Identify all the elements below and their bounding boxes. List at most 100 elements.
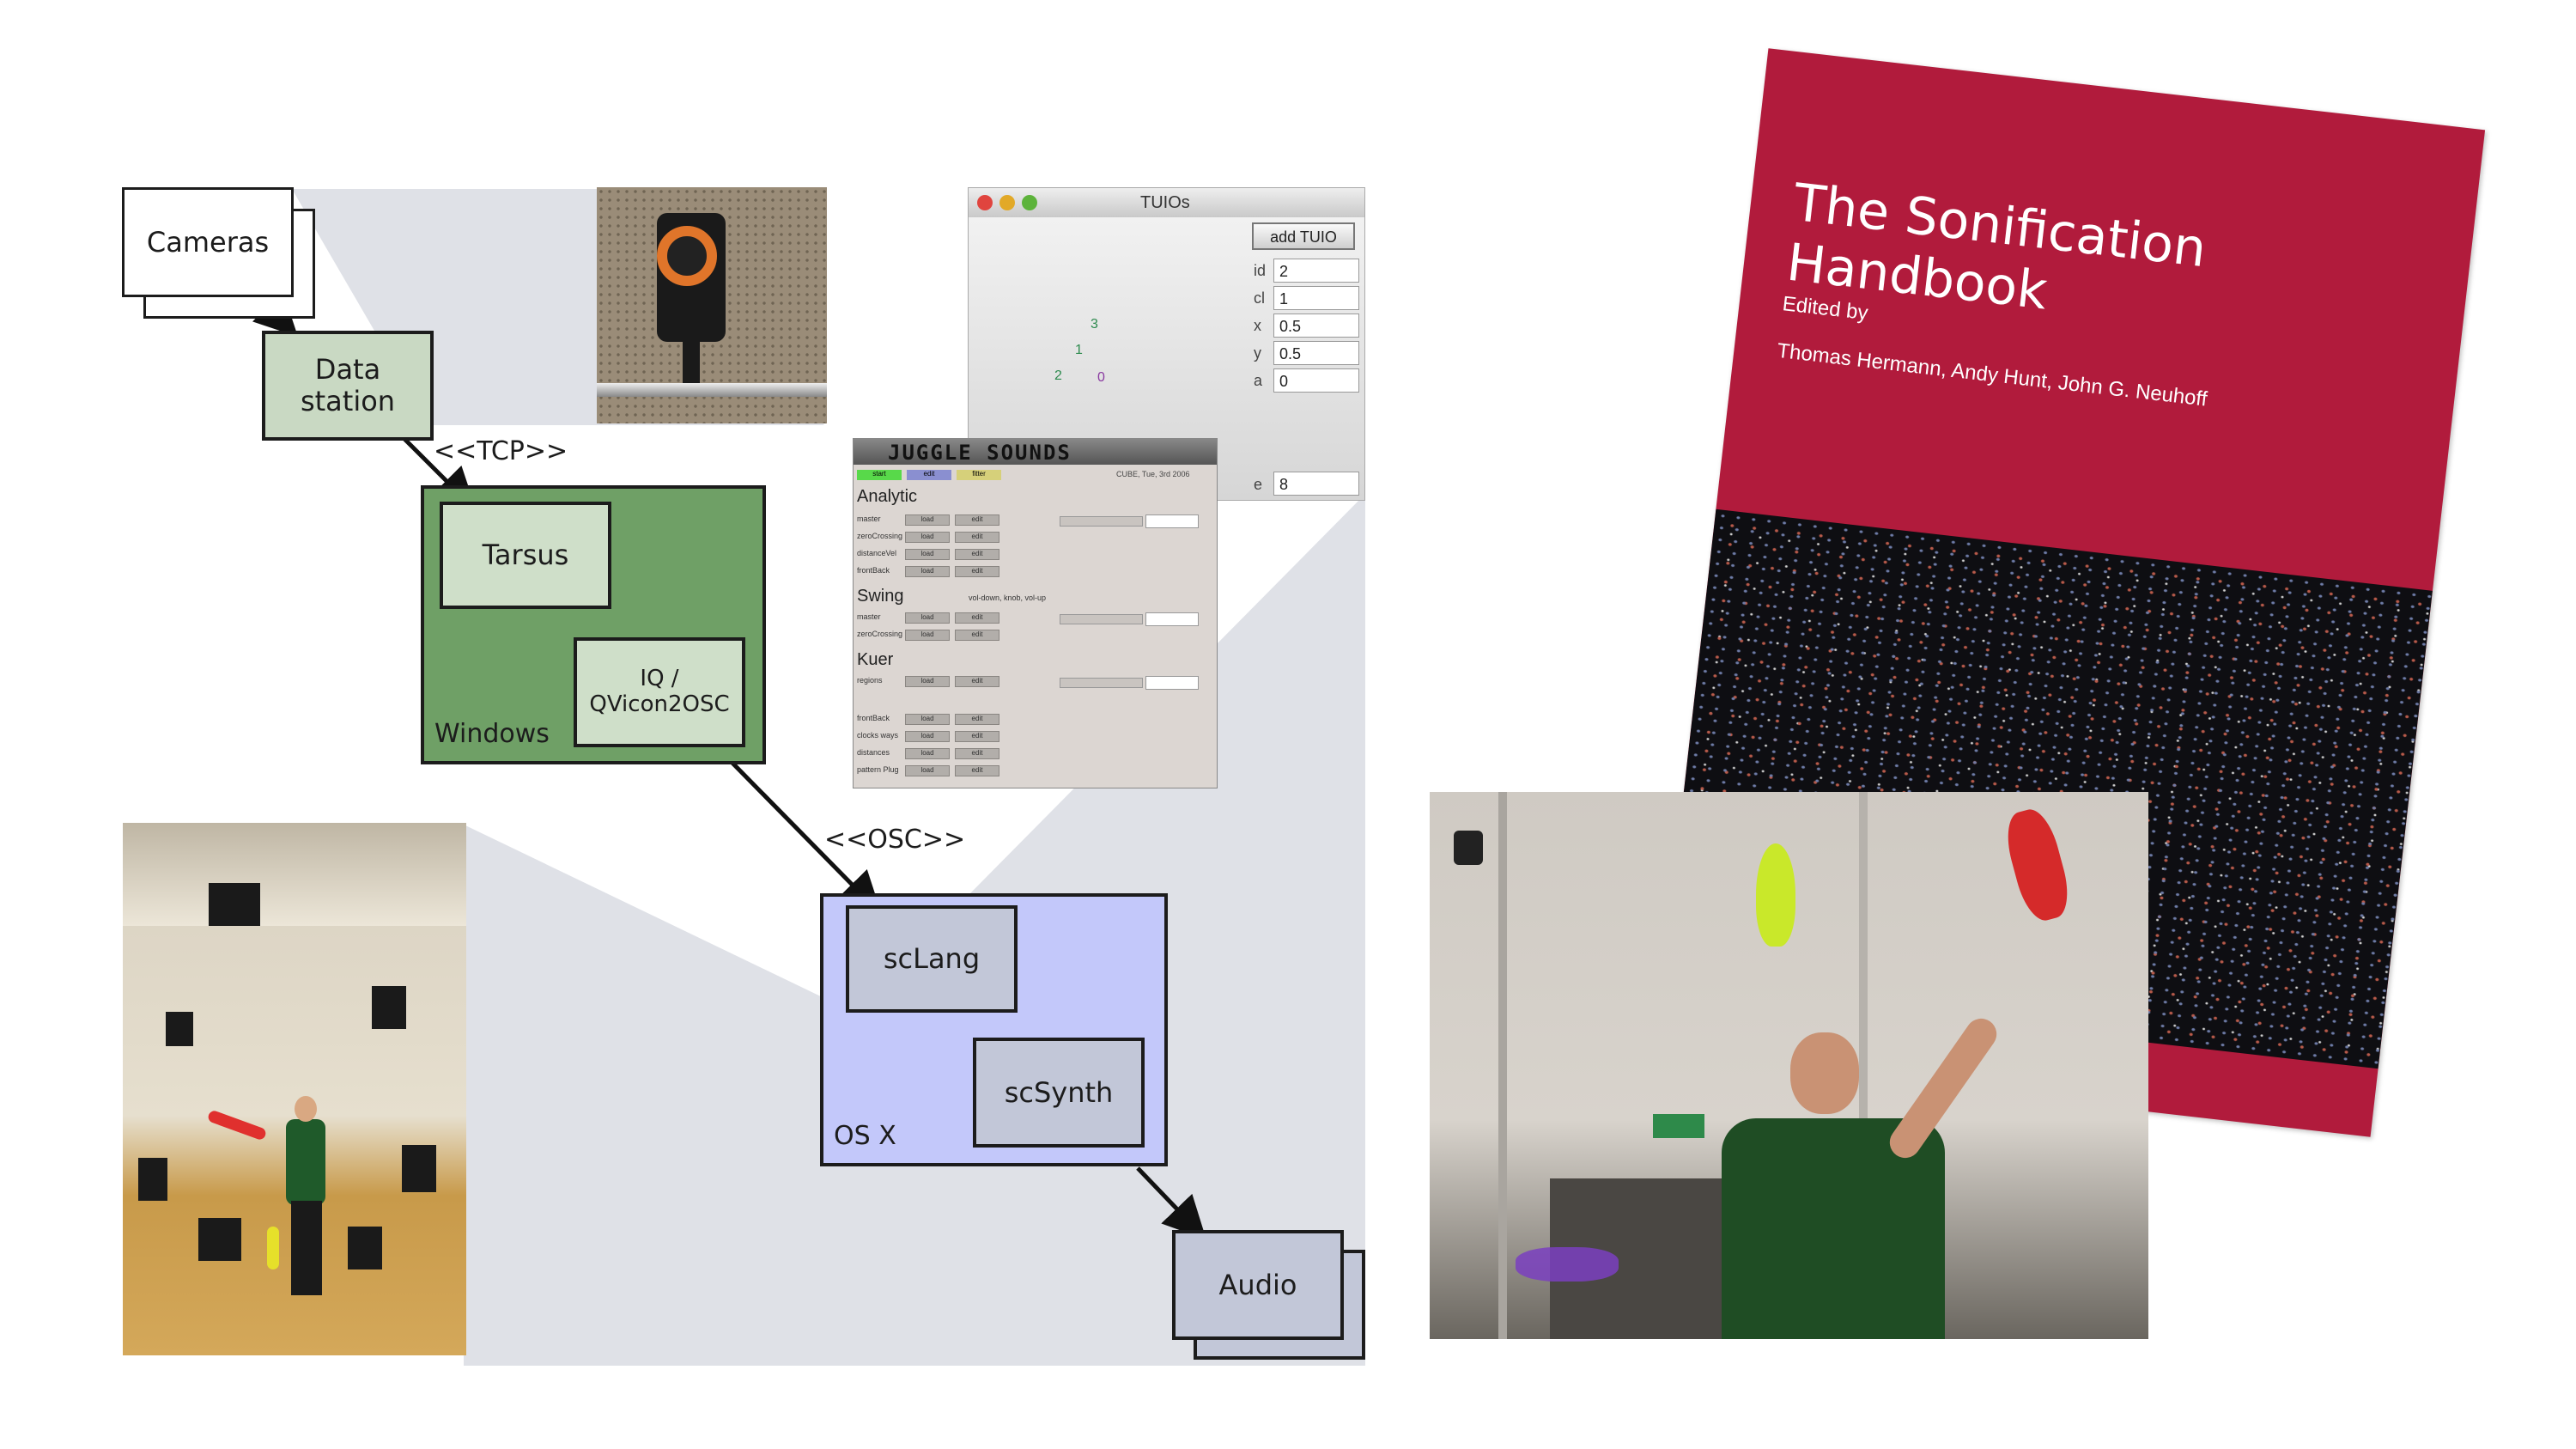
load-button[interactable]: load xyxy=(905,714,950,725)
tarsus-label: Tarsus xyxy=(482,539,569,572)
minimize-icon[interactable] xyxy=(999,195,1015,210)
load-button[interactable]: load xyxy=(905,765,950,776)
marker-2[interactable]: 2 xyxy=(1054,368,1062,384)
swing-slider[interactable] xyxy=(1060,614,1143,624)
juggle-tab-edit[interactable]: edit xyxy=(907,470,951,480)
field-label-x: x xyxy=(1254,317,1261,334)
extra-row: clocks ways load edit xyxy=(854,731,1214,743)
row-label: master xyxy=(857,514,881,523)
camera-left xyxy=(1454,831,1483,865)
edit-button[interactable]: edit xyxy=(955,549,999,560)
tuio-title: TUIOs xyxy=(1140,193,1190,212)
field-x[interactable]: 0.5 xyxy=(1273,314,1359,338)
row-label: frontBack xyxy=(857,566,890,575)
juggler-photo xyxy=(1430,792,2148,1339)
load-button[interactable]: load xyxy=(905,549,950,560)
book-title: The Sonification Handbook xyxy=(1783,173,2209,322)
extra-row: distances load edit xyxy=(854,748,1214,760)
cameras-label: Cameras xyxy=(146,225,270,259)
juggle-date: CUBE, Tue, 3rd 2006 xyxy=(1116,470,1190,478)
row-label: distances xyxy=(857,748,890,757)
juggle-titlebar: JUGGLE SOUNDS xyxy=(854,439,1217,465)
audio-label: Audio xyxy=(1218,1268,1297,1301)
edit-button[interactable]: edit xyxy=(955,714,999,725)
load-button[interactable]: load xyxy=(905,612,950,624)
marker-0[interactable]: 0 xyxy=(1097,370,1105,386)
edit-button[interactable]: edit xyxy=(955,514,999,526)
cameras-node: Cameras xyxy=(122,187,294,297)
load-button[interactable]: load xyxy=(905,532,950,543)
speaker-2 xyxy=(372,986,406,1029)
kuer-slider[interactable] xyxy=(1060,678,1143,688)
extra-row: frontBack load edit xyxy=(854,714,1214,726)
field-a[interactable]: 0 xyxy=(1273,368,1359,393)
field-y[interactable]: 0.5 xyxy=(1273,341,1359,365)
slide: <<TCP>> <<OSC>> Cameras Data station Win… xyxy=(0,0,2576,1449)
juggle-tab-start[interactable]: start xyxy=(857,470,902,480)
row-label: zeroCrossing xyxy=(857,532,903,540)
camera-ring xyxy=(657,226,717,286)
load-button[interactable]: load xyxy=(905,630,950,641)
osx-label: OS X xyxy=(834,1121,896,1151)
field-label-y: y xyxy=(1254,344,1261,362)
data-station-label: Data station xyxy=(300,353,396,417)
swing-row: zeroCrossing load edit xyxy=(854,630,1214,642)
red-club xyxy=(206,1109,268,1142)
kuer-number[interactable] xyxy=(1145,676,1199,690)
data-station-node: Data station xyxy=(262,331,434,441)
zoom-icon[interactable] xyxy=(1022,195,1037,210)
swing-number[interactable] xyxy=(1145,612,1199,626)
juggler-legs xyxy=(291,1201,322,1295)
field-cl[interactable]: 1 xyxy=(1273,286,1359,310)
book-authors: Thomas Hermann, Andy Hunt, John G. Neuho… xyxy=(1776,338,2208,411)
juggle-title: JUGGLE SOUNDS xyxy=(888,441,1072,465)
add-tuio-button[interactable]: add TUIO xyxy=(1252,222,1355,250)
speaker-7 xyxy=(348,1227,382,1269)
row-label: zeroCrossing xyxy=(857,630,903,638)
section-kuer: Kuer xyxy=(857,650,894,669)
extra-row: pattern Plug load edit xyxy=(854,765,1214,777)
edge-scsynth-audio xyxy=(1136,1166,1206,1240)
row-label: master xyxy=(857,612,881,621)
section-analytic: Analytic xyxy=(857,487,918,506)
edit-button[interactable]: edit xyxy=(955,566,999,577)
juggle-tab-fitter[interactable]: fitter xyxy=(957,470,1001,480)
field-e[interactable]: 8 xyxy=(1273,472,1359,496)
edit-button[interactable]: edit xyxy=(955,612,999,624)
speaker-4 xyxy=(138,1158,167,1201)
camera-photo xyxy=(597,187,827,423)
sclang-node: scLang xyxy=(846,905,1018,1013)
load-button[interactable]: load xyxy=(905,566,950,577)
load-button[interactable]: load xyxy=(905,731,950,742)
red-club xyxy=(2000,804,2075,926)
load-button[interactable]: load xyxy=(905,676,950,687)
edit-button[interactable]: edit xyxy=(955,765,999,776)
analytic-slider[interactable] xyxy=(1060,516,1143,527)
osc-label: <<OSC>> xyxy=(824,825,966,855)
field-label-e: e xyxy=(1254,476,1263,493)
edit-button[interactable]: edit xyxy=(955,630,999,641)
speaker-5 xyxy=(402,1145,436,1192)
analytic-row: distanceVel load edit xyxy=(854,549,1214,561)
load-button[interactable]: load xyxy=(905,748,950,759)
marker-1[interactable]: 1 xyxy=(1075,343,1083,358)
close-icon[interactable] xyxy=(977,195,993,210)
edit-button[interactable]: edit xyxy=(955,731,999,742)
edit-button[interactable]: edit xyxy=(955,532,999,543)
edit-button[interactable]: edit xyxy=(955,676,999,687)
field-label-id: id xyxy=(1254,262,1267,279)
pipe xyxy=(597,383,827,397)
analytic-number[interactable] xyxy=(1145,514,1199,528)
field-id[interactable]: 2 xyxy=(1273,259,1359,283)
marker-3[interactable]: 3 xyxy=(1091,317,1098,332)
row-label: frontBack xyxy=(857,714,890,722)
row-label: pattern Plug xyxy=(857,765,899,774)
load-button[interactable]: load xyxy=(905,514,950,526)
yellow-club xyxy=(267,1227,279,1269)
field-label-a: a xyxy=(1254,372,1263,389)
analytic-row: frontBack load edit xyxy=(854,566,1214,578)
row-label: regions xyxy=(857,676,883,685)
swing-note: vol-down, knob, vol-up xyxy=(969,594,1047,602)
edit-button[interactable]: edit xyxy=(955,748,999,759)
speaker-3 xyxy=(166,1012,193,1046)
